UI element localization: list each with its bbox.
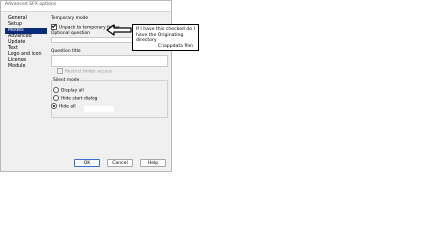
ok-button[interactable]: OK — [74, 159, 100, 167]
hide-start-label: Hide start dialog — [61, 96, 98, 102]
pointer-arrow-icon — [106, 24, 132, 36]
optional-question-label: Optional question — [51, 31, 90, 36]
restrict-folder-option[interactable]: Restrict folder access — [57, 67, 113, 75]
silent-option-hide-start[interactable]: Hide start dialog — [53, 94, 98, 102]
annotation-line-1: If I have this checked do I — [136, 27, 195, 32]
options-sidebar: General Setup Modes Advanced Update Text… — [5, 16, 47, 70]
cancel-button[interactable]: Cancel — [107, 159, 133, 167]
hide-all-label: Hide all — [59, 104, 76, 110]
annotation-callout: If I have this checked do I have the Ori… — [132, 24, 199, 51]
hide-all-radio[interactable] — [51, 102, 57, 109]
display-all-label: Display all — [61, 88, 84, 94]
sidebar-item-module[interactable]: Module — [5, 64, 47, 70]
help-button[interactable]: Help — [140, 159, 166, 167]
question-title-label: Question title — [51, 49, 81, 54]
annotation-path: C:\appdata file\ — [157, 43, 193, 49]
display-all-radio[interactable] — [53, 86, 59, 93]
silent-mode-heading: Silent mode — [52, 78, 81, 83]
redaction-mark — [84, 106, 114, 112]
title-bar: Advanced SFX options — [1, 1, 171, 12]
hide-start-radio[interactable] — [53, 94, 59, 101]
silent-option-display-all[interactable]: Display all — [53, 86, 84, 94]
unpack-temp-checkbox[interactable] — [51, 23, 57, 30]
temporary-mode-heading: Temporary mode — [51, 16, 89, 21]
silent-option-hide-all[interactable]: Hide all — [51, 102, 76, 110]
window-title: Advanced SFX options — [5, 2, 57, 7]
restrict-folder-checkbox[interactable] — [57, 67, 63, 74]
restrict-folder-label: Restrict folder access — [65, 69, 113, 75]
question-title-input[interactable] — [51, 55, 168, 67]
